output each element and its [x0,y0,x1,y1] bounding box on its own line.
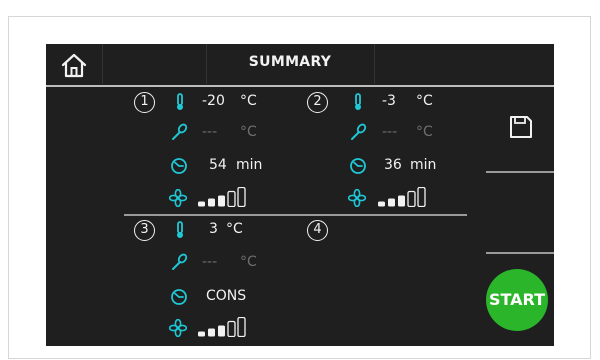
thermometer-icon [177,221,183,238]
fan-bar-filled [378,201,385,207]
thermometer-icon [355,93,361,110]
top-bar: SUMMARY [46,44,554,85]
fan-bar-empty [237,187,246,207]
probe-icon [172,253,188,270]
start-button[interactable]: START [486,269,548,331]
zone-time-value: 36 [384,157,402,173]
control-panel-screen: SUMMARY 1 -20 °C --- °C 54 min 2 -3 °C -… [46,44,554,346]
divider [102,44,103,84]
fan-speed-bars [198,317,246,337]
thermometer-icon [177,93,183,110]
zone-probe-value: --- [202,254,218,270]
probe-icon [172,123,188,140]
zone-probe-unit: °C [240,124,257,140]
zone-time-value: CONS [206,288,247,304]
fan-bar-filled [388,198,395,207]
zone-number-badge: 1 [134,92,155,113]
zone-number-badge: 4 [307,220,328,241]
fan-speed-bars [378,187,426,207]
fan-bar-filled [398,195,405,207]
clock-icon [171,158,187,174]
fan-icon [348,189,366,207]
fan-bar-filled [218,195,225,207]
zone-probe-value: --- [382,124,398,140]
zone-temperature-value: -20 [202,93,225,109]
fan-bar-empty [417,187,426,207]
side-divider [486,252,554,254]
fan-speed-bars [198,187,246,207]
clock-icon [171,289,187,305]
save-button[interactable] [508,114,534,140]
home-icon [61,53,87,78]
probe-icon [351,123,367,140]
zone-probe-unit: °C [416,124,433,140]
zone-temperature-value: 3 [209,221,218,237]
zone-time-value: 54 [209,157,227,173]
fan-icon [169,189,187,207]
home-button[interactable] [60,52,88,78]
fan-bar-filled [208,198,215,207]
side-divider [486,171,554,173]
divider [374,44,375,84]
zone-time-unit: min [410,157,437,173]
zone-temperature-unit: °C [416,93,433,109]
save-icon [510,116,532,138]
fan-bar-filled [198,201,205,207]
zone-divider [124,214,467,216]
zone-probe-value: --- [202,124,218,140]
fan-bar-empty [227,190,236,207]
zone-probe-unit: °C [240,254,257,270]
fan-bar-filled [198,331,205,337]
fan-bar-empty [227,320,236,337]
header-divider [46,85,554,87]
fan-bar-empty [407,190,416,207]
zone-temperature-value: -3 [382,93,396,109]
fan-icon [169,319,187,337]
zone-number-badge: 3 [134,220,155,241]
clock-icon [350,158,366,174]
zone-time-unit: min [236,157,263,173]
zone-temperature-unit: °C [226,221,243,237]
fan-bar-empty [237,317,246,337]
zone-number-badge: 2 [307,92,328,113]
zone-temperature-unit: °C [240,93,257,109]
page-title: SUMMARY [248,54,332,70]
fan-bar-filled [218,325,225,337]
fan-bar-filled [208,328,215,337]
